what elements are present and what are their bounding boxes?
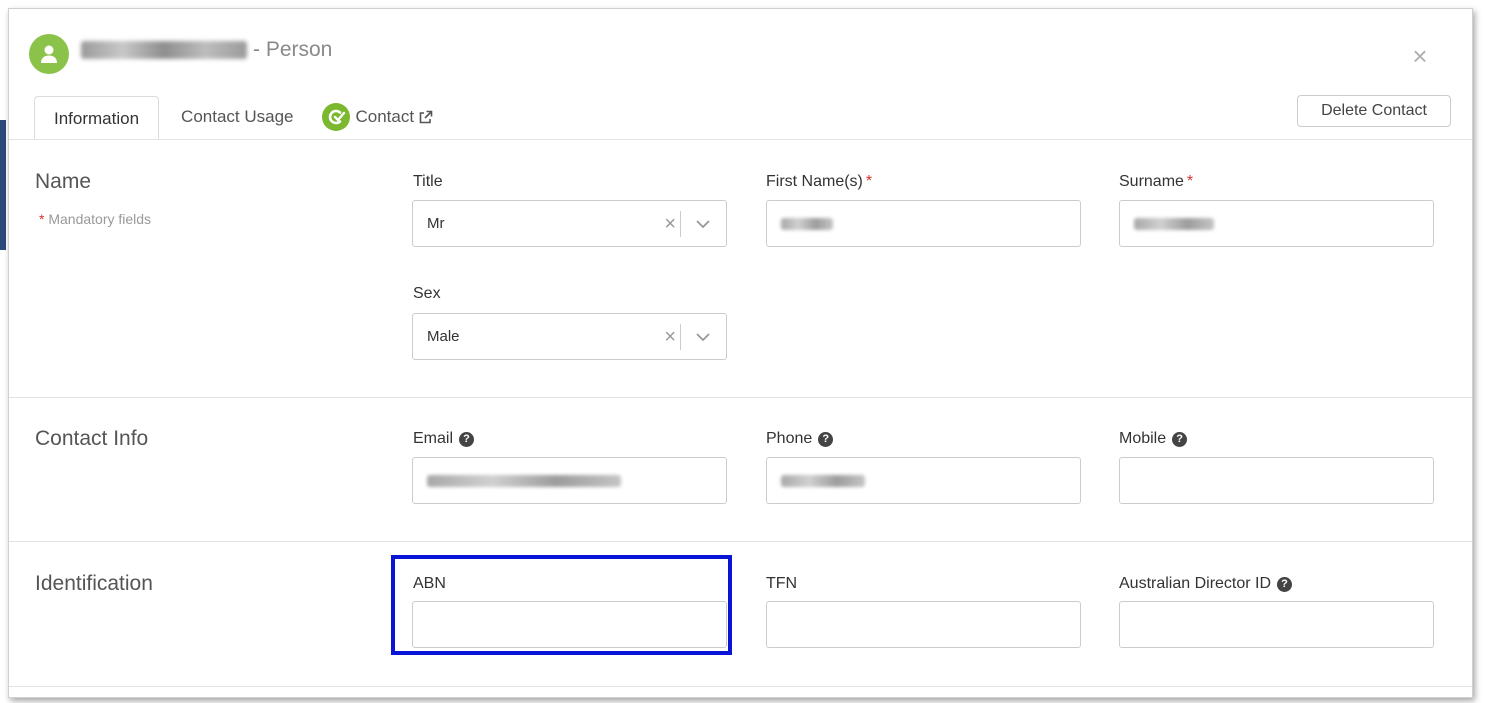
section-title-contact-info: Contact Info: [35, 427, 149, 450]
title-label: Title: [413, 173, 443, 191]
first-name-label-text: First Name(s): [766, 173, 863, 190]
email-label: Email ?: [413, 430, 475, 448]
email-input[interactable]: [412, 457, 727, 504]
contact-modal: - Person × Information Contact Usage Con…: [8, 8, 1473, 698]
surname-input[interactable]: [1119, 200, 1434, 247]
select-separator: [680, 324, 681, 350]
section-title-identification: Identification: [35, 572, 153, 595]
abn-label-text: ABN: [413, 575, 446, 592]
help-icon[interactable]: ?: [459, 431, 475, 447]
first-name-label: First Name(s) *: [766, 173, 872, 191]
surname-label-text: Surname: [1119, 173, 1184, 190]
tab-bar: Information Contact Usage Contact: [34, 95, 456, 140]
section-divider: [9, 397, 1472, 398]
tab-external-contact-label: Contact: [355, 107, 415, 126]
mandatory-note-text: Mandatory fields: [48, 211, 152, 227]
surname-label: Surname *: [1119, 173, 1193, 191]
section-divider: [9, 686, 1472, 687]
tfn-label-text: TFN: [766, 575, 798, 592]
title-clear-icon[interactable]: ×: [664, 214, 676, 234]
director-id-input[interactable]: [1119, 601, 1434, 648]
sex-label-text: Sex: [413, 285, 441, 302]
phone-input[interactable]: [766, 457, 1081, 504]
tab-contact-usage[interactable]: Contact Usage: [159, 95, 315, 139]
required-star: *: [1186, 173, 1194, 190]
phone-label: Phone ?: [766, 430, 834, 448]
first-name-input[interactable]: [766, 200, 1081, 247]
section-divider: [9, 541, 1472, 542]
title-select[interactable]: Mr ×: [412, 200, 727, 247]
external-link-icon: [418, 110, 433, 125]
select-separator: [680, 211, 681, 237]
redacted-first-name: [781, 217, 833, 230]
abn-label: ABN: [413, 575, 446, 593]
mobile-label-text: Mobile: [1119, 430, 1167, 447]
tfn-input[interactable]: [766, 601, 1081, 648]
tab-divider: [9, 139, 1472, 140]
chevron-down-icon[interactable]: [694, 215, 712, 233]
redacted-email: [427, 474, 621, 487]
mobile-input[interactable]: [1119, 457, 1434, 504]
redacted-contact-name: [81, 41, 247, 59]
delete-contact-button[interactable]: Delete Contact: [1297, 95, 1451, 127]
phone-label-text: Phone: [766, 430, 813, 447]
tfn-label: TFN: [766, 575, 797, 593]
modal-title-suffix: - Person: [253, 38, 333, 61]
redacted-surname: [1134, 217, 1214, 230]
director-id-label-text: Australian Director ID: [1119, 575, 1272, 592]
help-icon[interactable]: ?: [1277, 576, 1293, 592]
person-avatar-icon: [29, 34, 69, 74]
sex-clear-icon[interactable]: ×: [664, 327, 676, 347]
modal-title: - Person: [81, 38, 332, 62]
tab-information[interactable]: Information: [34, 96, 160, 140]
chevron-down-icon[interactable]: [694, 328, 712, 346]
sex-label: Sex: [413, 285, 441, 303]
required-star: *: [865, 173, 873, 190]
email-label-text: Email: [413, 430, 454, 447]
brand-logo-icon: [321, 103, 350, 131]
mandatory-star: *: [39, 211, 45, 227]
title-label-text: Title: [413, 173, 443, 190]
sex-select-value: Male: [427, 328, 460, 345]
background-edge: [0, 120, 6, 250]
sex-select[interactable]: Male ×: [412, 313, 727, 360]
section-title-name: Name: [35, 170, 92, 193]
redacted-phone: [781, 474, 865, 487]
abn-input[interactable]: [412, 601, 727, 648]
help-icon[interactable]: ?: [818, 431, 834, 447]
close-button[interactable]: ×: [1409, 43, 1431, 69]
tab-external-contact[interactable]: Contact: [316, 95, 456, 139]
mobile-label: Mobile ?: [1119, 430, 1188, 448]
title-select-value: Mr: [427, 215, 445, 232]
help-icon[interactable]: ?: [1172, 431, 1188, 447]
mandatory-note: * Mandatory fields: [39, 211, 151, 227]
director-id-label: Australian Director ID ?: [1119, 575, 1293, 593]
